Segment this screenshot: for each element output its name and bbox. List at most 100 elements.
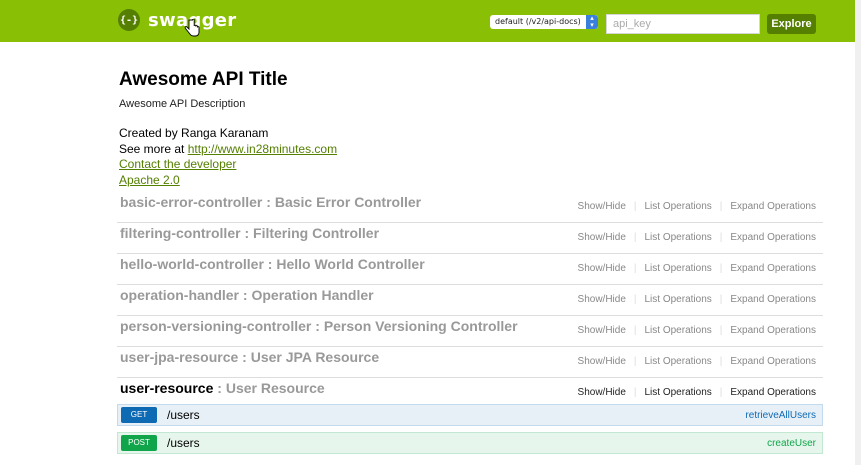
resource-name: basic-error-controller — [120, 194, 263, 210]
resource-heading[interactable]: person-versioning-controller : Person Ve… — [120, 318, 518, 334]
ops-divider: | — [633, 325, 637, 336]
see-more-prefix: See more at — [119, 142, 188, 156]
ops-divider: | — [719, 232, 723, 243]
window-edge — [855, 0, 861, 465]
method-badge-post[interactable]: POST — [121, 435, 157, 451]
resource-separator: : — [262, 194, 275, 210]
resource-description: Filtering Controller — [253, 225, 380, 241]
resource-separator: : — [239, 287, 252, 303]
top-navbar: {-} swagger default (/v2/api-docs) ▴▾ Ex… — [0, 0, 855, 42]
ops-divider: | — [719, 294, 723, 305]
expand-operations-link[interactable]: Expand Operations — [730, 201, 816, 212]
resource-name: operation-handler — [120, 287, 240, 303]
ops-divider: | — [633, 387, 637, 398]
resource-ops: Show/Hide | List Operations | Expand Opera… — [578, 201, 816, 212]
method-badge-get[interactable]: GET — [121, 407, 157, 423]
endpoint-get-users[interactable]: GET /users retrieveAllUsers — [117, 404, 823, 426]
created-by: Created by Ranga Karanam — [119, 126, 269, 140]
license-link[interactable]: Apache 2.0 — [119, 173, 180, 187]
resource-ops: Show/Hide | List Operations | Expand Opera… — [578, 294, 816, 305]
api-key-input[interactable] — [606, 14, 760, 34]
resource-ops: Show/Hide | List Operations | Expand Opera… — [578, 232, 816, 243]
show-hide-link[interactable]: Show/Hide — [578, 387, 626, 398]
show-hide-link[interactable]: Show/Hide — [578, 356, 626, 367]
resource-heading[interactable]: basic-error-controller : Basic Error Con… — [120, 194, 421, 210]
expand-operations-link[interactable]: Expand Operations — [730, 325, 816, 336]
expand-operations-link[interactable]: Expand Operations — [730, 232, 816, 243]
resource-filtering-controller: filtering-controller : Filtering Control… — [117, 222, 823, 254]
select-arrows-icon: ▴ ▾ — [586, 15, 598, 29]
resource-separator: : — [213, 380, 226, 396]
ops-divider: | — [719, 263, 723, 274]
ops-divider: | — [633, 201, 637, 212]
expand-operations-link[interactable]: Expand Operations — [730, 356, 816, 367]
show-hide-link[interactable]: Show/Hide — [578, 325, 626, 336]
api-title: Awesome API Title — [119, 69, 288, 90]
resource-description: User JPA Resource — [250, 349, 380, 365]
api-description: Awesome API Description — [119, 98, 246, 110]
explore-button[interactable]: Explore — [767, 14, 816, 34]
show-hide-link[interactable]: Show/Hide — [578, 232, 626, 243]
ops-divider: | — [633, 356, 637, 367]
resource-user-jpa-resource: user-jpa-resource : User JPA Resource Sh… — [117, 346, 823, 378]
ops-divider: | — [719, 387, 723, 398]
list-operations-link[interactable]: List Operations — [645, 232, 712, 243]
list-operations-link[interactable]: List Operations — [645, 201, 712, 212]
resource-basic-error-controller: basic-error-controller : Basic Error Con… — [117, 191, 823, 223]
resource-ops: Show/Hide | List Operations | Expand Opera… — [578, 387, 816, 398]
ops-divider: | — [633, 263, 637, 274]
resource-description: Hello World Controller — [276, 256, 425, 272]
ops-divider: | — [719, 356, 723, 367]
resource-separator: : — [263, 256, 277, 272]
resource-heading[interactable]: filtering-controller : Filtering Control… — [120, 225, 379, 241]
expand-operations-link[interactable]: Expand Operations — [730, 263, 816, 274]
resource-name: filtering-controller — [120, 225, 241, 241]
list-operations-link[interactable]: List Operations — [645, 325, 712, 336]
resource-description: Operation Handler — [251, 287, 374, 303]
swagger-logo-icon: {-} — [118, 9, 140, 31]
resource-person-versioning-controller: person-versioning-controller : Person Ve… — [117, 315, 823, 347]
resource-heading[interactable]: user-resource : User Resource — [120, 380, 325, 396]
resource-heading[interactable]: operation-handler : Operation Handler — [120, 287, 374, 303]
resource-description: Person Versioning Controller — [323, 318, 518, 334]
operation-id[interactable]: createUser — [767, 438, 816, 449]
resource-user-resource: user-resource : User Resource Show/Hide |… — [117, 377, 823, 404]
resource-ops: Show/Hide | List Operations | Expand Opera… — [578, 325, 816, 336]
see-more-line: See more at http://www.in28minutes.com — [119, 142, 337, 156]
show-hide-link[interactable]: Show/Hide — [578, 201, 626, 212]
resource-separator: : — [240, 225, 254, 241]
expand-operations-link[interactable]: Expand Operations — [730, 387, 816, 398]
show-hide-link[interactable]: Show/Hide — [578, 263, 626, 274]
endpoint-path[interactable]: /users — [167, 436, 200, 450]
ops-divider: | — [633, 294, 637, 305]
resource-name: user-resource — [120, 380, 214, 396]
swagger-logo[interactable]: {-} swagger — [118, 9, 236, 31]
expand-operations-link[interactable]: Expand Operations — [730, 294, 816, 305]
resource-name: user-jpa-resource — [120, 349, 239, 365]
resource-description: Basic Error Controller — [274, 194, 422, 210]
contact-developer-link[interactable]: Contact the developer — [119, 157, 236, 171]
resource-hello-world-controller: hello-world-controller : Hello World Con… — [117, 253, 823, 285]
resource-heading[interactable]: user-jpa-resource : User JPA Resource — [120, 349, 379, 365]
list-operations-link[interactable]: List Operations — [645, 263, 712, 274]
see-more-link[interactable]: http://www.in28minutes.com — [188, 142, 337, 156]
hand-cursor-icon — [184, 19, 200, 37]
spec-select-value: default (/v2/api-docs) — [495, 17, 581, 26]
endpoint-post-users[interactable]: POST /users createUser — [117, 432, 823, 454]
list-operations-link[interactable]: List Operations — [645, 387, 712, 398]
show-hide-link[interactable]: Show/Hide — [578, 294, 626, 305]
ops-divider: | — [719, 325, 723, 336]
ops-divider: | — [719, 201, 723, 212]
resource-operation-handler: operation-handler : Operation Handler Sh… — [117, 284, 823, 316]
resource-name: hello-world-controller — [120, 256, 264, 272]
list-operations-link[interactable]: List Operations — [645, 356, 712, 367]
operation-id[interactable]: retrieveAllUsers — [745, 410, 816, 421]
ops-divider: | — [633, 232, 637, 243]
resource-ops: Show/Hide | List Operations | Expand Opera… — [578, 263, 816, 274]
resource-separator: : — [238, 349, 251, 365]
endpoint-path[interactable]: /users — [167, 408, 200, 422]
list-operations-link[interactable]: List Operations — [645, 294, 712, 305]
spec-select[interactable]: default (/v2/api-docs) ▴ ▾ — [490, 15, 598, 29]
resource-separator: : — [311, 318, 324, 334]
resource-heading[interactable]: hello-world-controller : Hello World Con… — [120, 256, 425, 272]
